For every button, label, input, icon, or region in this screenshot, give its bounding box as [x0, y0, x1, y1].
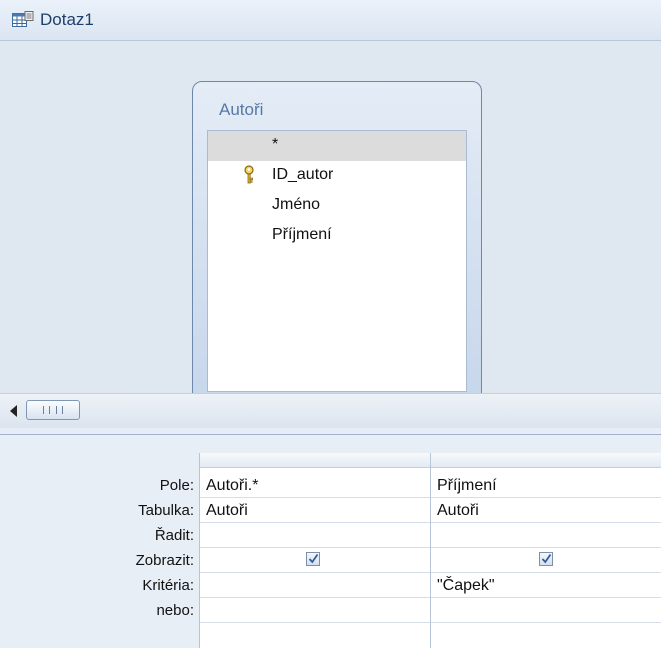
- row-label-radit: Řadit:: [154, 527, 194, 544]
- query-design-pane[interactable]: Autoři * ID_autor Jméno Příjmení: [0, 41, 661, 409]
- cell-nebo[interactable]: [431, 598, 661, 623]
- row-label-nebo: nebo:: [156, 602, 194, 619]
- window-title: Dotaz1: [40, 10, 94, 29]
- cell-tabulka[interactable]: Autoři: [200, 498, 430, 523]
- field-item-all[interactable]: *: [208, 131, 466, 161]
- table-name[interactable]: Autoři: [219, 100, 263, 120]
- primary-key-icon: [242, 165, 256, 185]
- cell-zobrazit: [200, 548, 430, 573]
- row-label-tabulka: Tabulka:: [138, 502, 194, 519]
- cell-value: "Čapek": [437, 577, 495, 594]
- cell-value: Autoři.*: [206, 477, 259, 494]
- checkmark-icon: [308, 553, 319, 564]
- cell-radit[interactable]: [200, 523, 430, 548]
- design-grid[interactable]: Pole: Tabulka: Řadit: Zobrazit: Kritéria…: [0, 435, 661, 648]
- show-checkbox[interactable]: [306, 552, 320, 566]
- field-label: ID_autor: [272, 166, 334, 183]
- checkmark-icon: [541, 553, 552, 564]
- cell-pole[interactable]: Autoři.*: [200, 473, 430, 498]
- grid-column-2[interactable]: Příjmení Autoři "Čapek": [430, 453, 661, 648]
- cell-value: Autoři: [206, 502, 248, 519]
- window-titlebar: Dotaz1: [0, 0, 661, 41]
- row-label-zobrazit: Zobrazit:: [135, 552, 194, 569]
- cell-value: Autoři: [437, 502, 479, 519]
- cell-kriteria[interactable]: "Čapek": [431, 573, 661, 598]
- column-selector[interactable]: [431, 453, 661, 468]
- field-item-prijmeni[interactable]: Příjmení: [208, 221, 466, 251]
- column-selector[interactable]: [200, 453, 430, 468]
- cell-pole[interactable]: Příjmení: [431, 473, 661, 498]
- grip-icon: [43, 406, 63, 414]
- horizontal-scrollbar[interactable]: [0, 393, 661, 429]
- field-item-jmeno[interactable]: Jméno: [208, 191, 466, 221]
- grid-column-1[interactable]: Autoři.* Autoři: [199, 453, 430, 648]
- field-label: Příjmení: [272, 226, 332, 243]
- field-label: *: [272, 136, 279, 153]
- row-label-pole: Pole:: [159, 477, 194, 494]
- field-list[interactable]: * ID_autor Jméno Příjmení: [207, 130, 467, 392]
- scroll-left-arrow-icon[interactable]: [10, 405, 17, 417]
- cell-kriteria[interactable]: [200, 573, 430, 598]
- scrollbar-thumb[interactable]: [26, 400, 80, 420]
- cell-nebo[interactable]: [200, 598, 430, 623]
- show-checkbox[interactable]: [539, 552, 553, 566]
- cell-radit[interactable]: [431, 523, 661, 548]
- field-label: Jméno: [272, 196, 321, 213]
- table-field-list[interactable]: Autoři * ID_autor Jméno Příjmení: [192, 81, 482, 409]
- row-label-kriteria: Kritéria:: [142, 577, 194, 594]
- field-item-id-autor[interactable]: ID_autor: [208, 161, 466, 191]
- pane-splitter[interactable]: [0, 428, 661, 435]
- cell-zobrazit: [431, 548, 661, 573]
- cell-tabulka[interactable]: Autoři: [431, 498, 661, 523]
- query-icon: [12, 11, 34, 29]
- cell-value: Příjmení: [437, 477, 497, 494]
